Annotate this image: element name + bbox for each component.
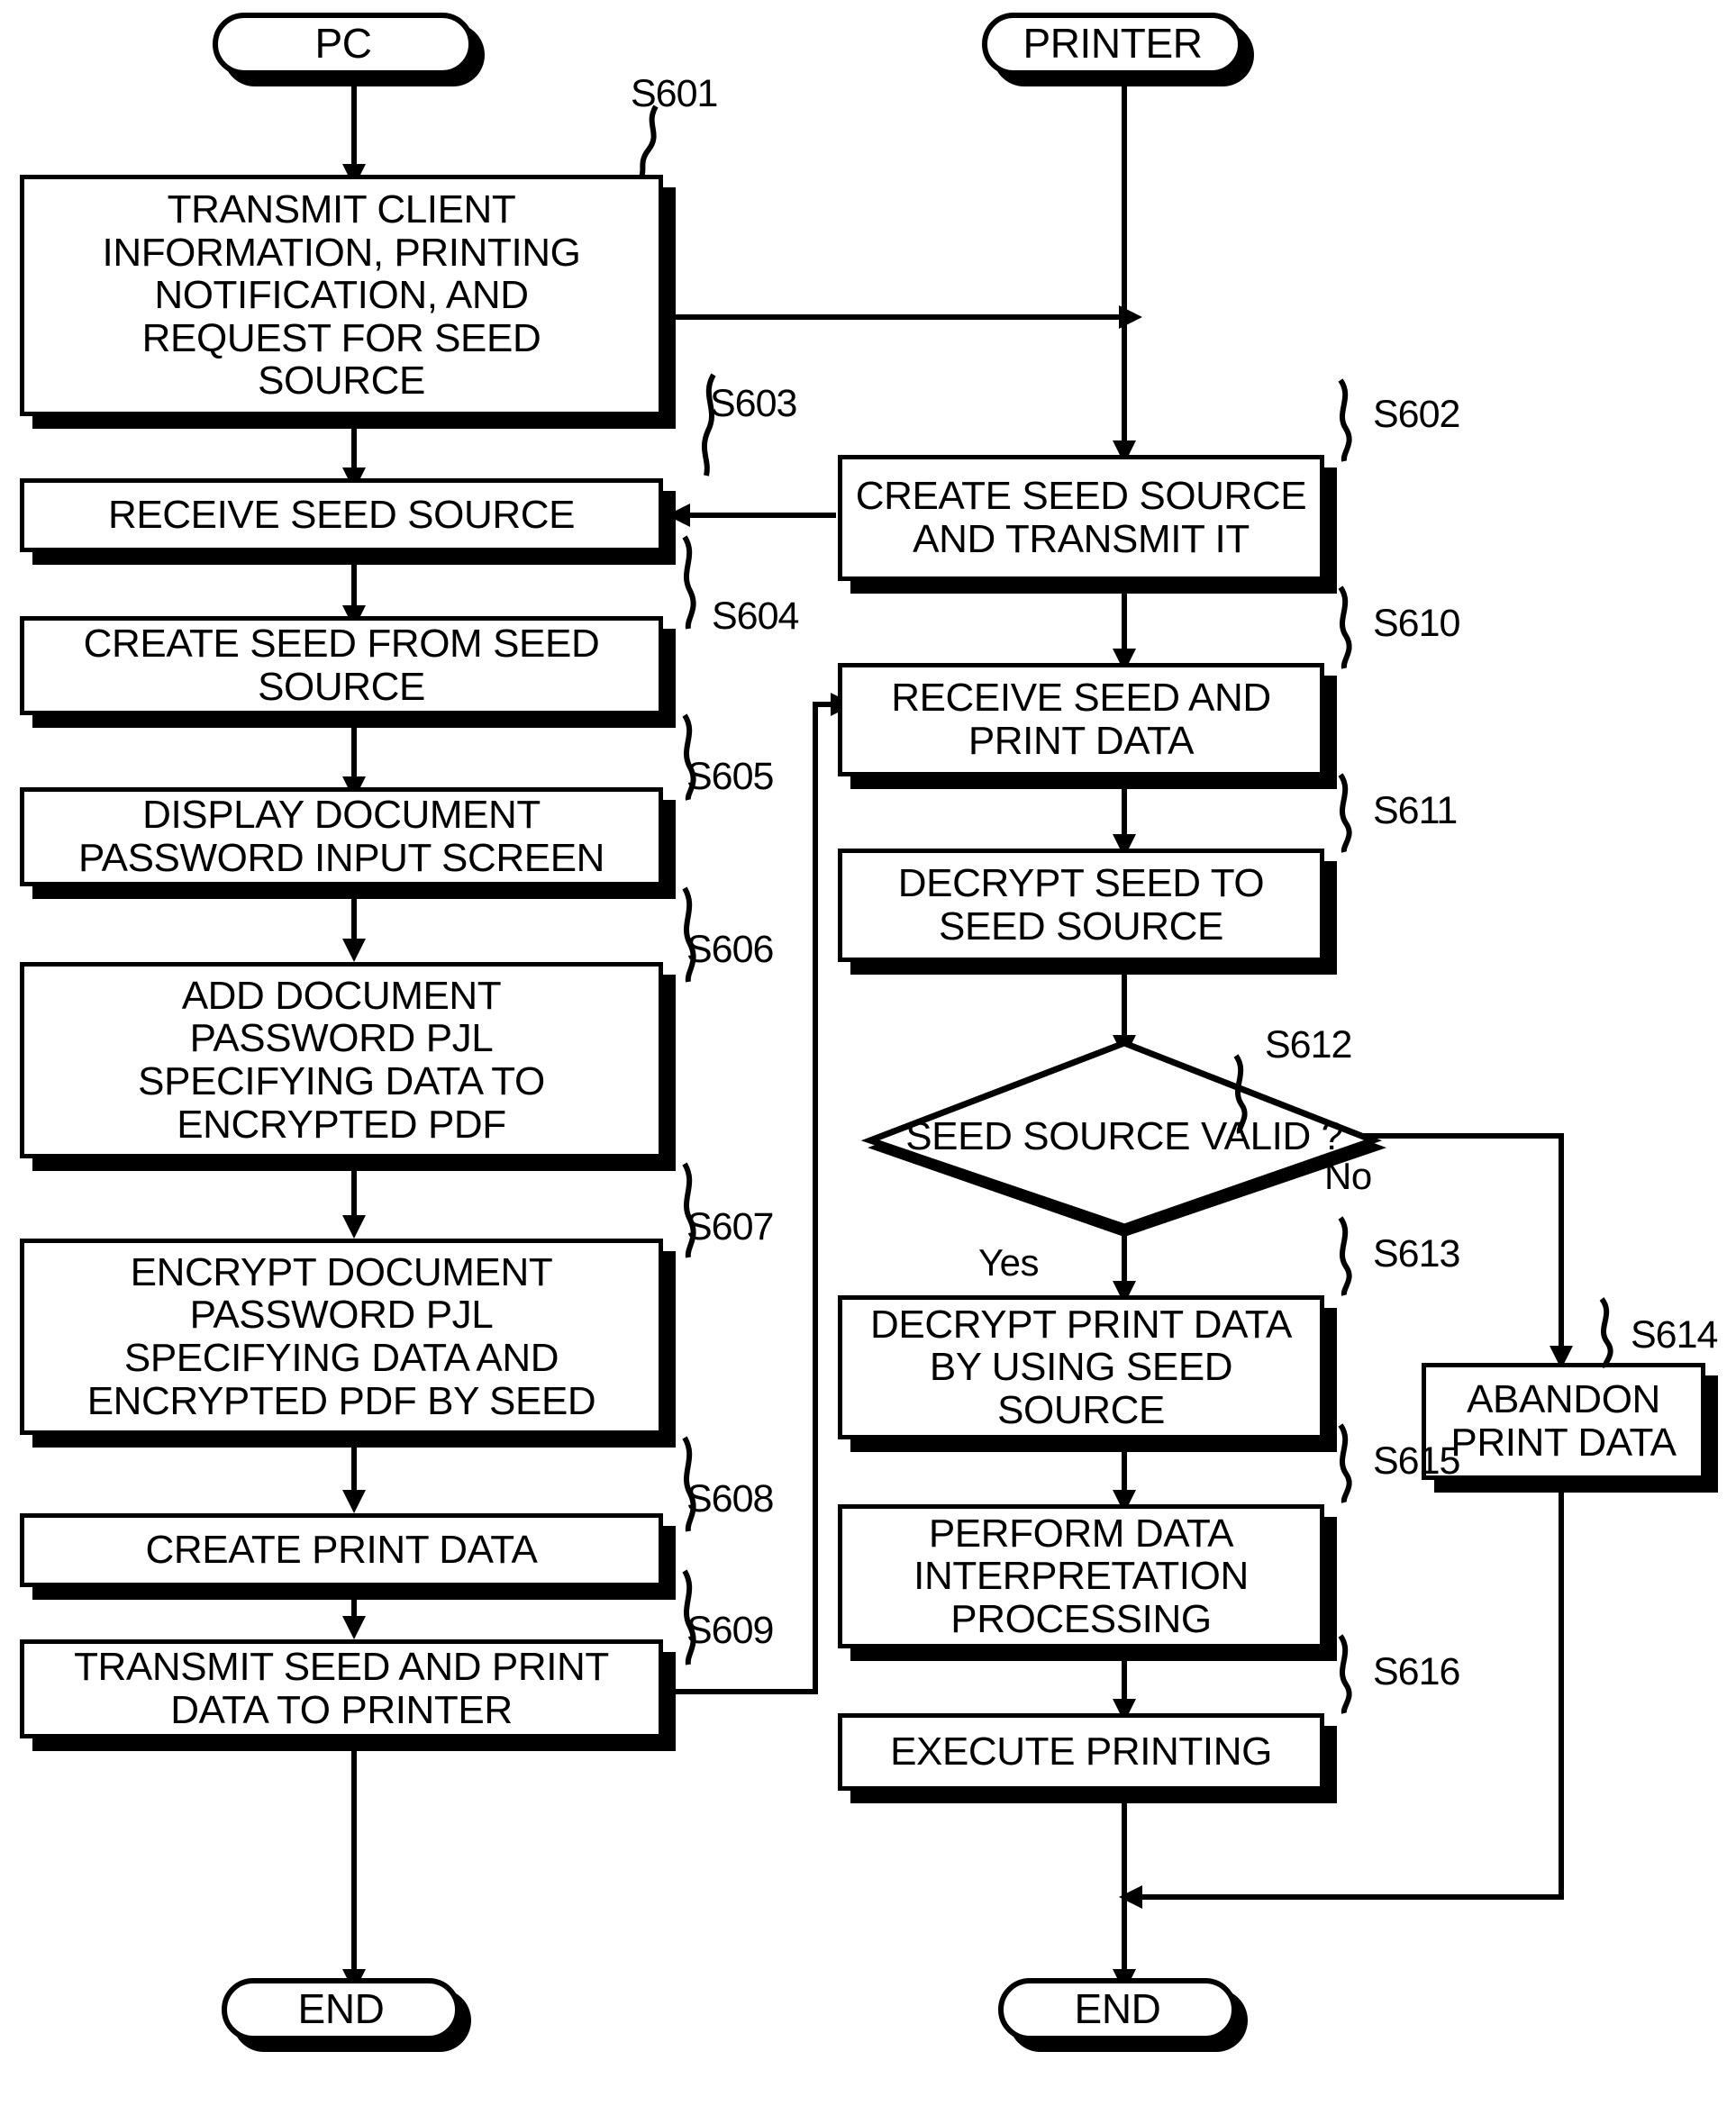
step-ref-s613: S613 bbox=[1373, 1232, 1460, 1275]
step-s607-box: ENCRYPT DOCUMENT PASSWORD PJL SPECIFYING… bbox=[20, 1239, 663, 1435]
step-s611-label: DECRYPT SEED TO SEED SOURCE bbox=[897, 861, 1265, 949]
step-s616-label: EXECUTE PRINTING bbox=[890, 1729, 1272, 1775]
step-s616-box: EXECUTE PRINTING bbox=[838, 1713, 1324, 1791]
step-s614-label: ABANDON PRINT DATA bbox=[1450, 1377, 1677, 1465]
step-s601-box: TRANSMIT CLIENT INFORMATION, PRINTING NO… bbox=[20, 175, 663, 416]
step-s604-label: CREATE SEED FROM SEED SOURCE bbox=[83, 622, 600, 709]
step-s605-box: DISPLAY DOCUMENT PASSWORD INPUT SCREEN bbox=[20, 787, 663, 886]
step-s606-box: ADD DOCUMENT PASSWORD PJL SPECIFYING DAT… bbox=[20, 962, 663, 1158]
step-ref-s608: S608 bbox=[686, 1477, 774, 1520]
step-ref-s605: S605 bbox=[686, 755, 774, 798]
step-s604-box: CREATE SEED FROM SEED SOURCE bbox=[20, 616, 663, 715]
step-s602-label: CREATE SEED SOURCE AND TRANSMIT IT bbox=[855, 474, 1307, 561]
step-ref-s609: S609 bbox=[686, 1609, 774, 1652]
step-ref-s604: S604 bbox=[712, 595, 799, 638]
step-s609-box: TRANSMIT SEED AND PRINT DATA TO PRINTER bbox=[20, 1639, 663, 1738]
step-s608-box: CREATE PRINT DATA bbox=[20, 1513, 663, 1587]
step-s611-box: DECRYPT SEED TO SEED SOURCE bbox=[838, 849, 1324, 962]
terminal-end-left: END bbox=[222, 1978, 460, 2041]
step-s601-label: TRANSMIT CLIENT INFORMATION, PRINTING NO… bbox=[102, 187, 581, 404]
step-ref-s615: S615 bbox=[1373, 1439, 1460, 1483]
terminal-printer: PRINTER bbox=[982, 13, 1243, 76]
step-ref-s612: S612 bbox=[1265, 1023, 1352, 1067]
step-ref-s616: S616 bbox=[1373, 1650, 1460, 1693]
branch-label-yes: Yes bbox=[978, 1241, 1040, 1284]
terminal-end-right-label: END bbox=[1074, 1985, 1161, 2033]
step-s613-label: DECRYPT PRINT DATA BY USING SEED SOURCE bbox=[870, 1302, 1292, 1432]
step-ref-s614: S614 bbox=[1631, 1313, 1718, 1357]
terminal-printer-label: PRINTER bbox=[1023, 20, 1203, 68]
step-s605-label: DISPLAY DOCUMENT PASSWORD INPUT SCREEN bbox=[77, 793, 605, 880]
terminal-pc-label: PC bbox=[314, 20, 372, 68]
step-ref-s611: S611 bbox=[1373, 789, 1458, 832]
terminal-pc: PC bbox=[213, 13, 474, 76]
step-s613-box: DECRYPT PRINT DATA BY USING SEED SOURCE bbox=[838, 1295, 1324, 1439]
step-ref-s603: S603 bbox=[710, 382, 797, 425]
terminal-end-left-label: END bbox=[297, 1985, 385, 2033]
step-s608-label: CREATE PRINT DATA bbox=[145, 1528, 538, 1573]
step-ref-s601: S601 bbox=[631, 72, 718, 115]
step-s602-box: CREATE SEED SOURCE AND TRANSMIT IT bbox=[838, 455, 1324, 581]
step-s615-label: PERFORM DATA INTERPRETATION PROCESSING bbox=[913, 1511, 1249, 1641]
step-s609-label: TRANSMIT SEED AND PRINT DATA TO PRINTER bbox=[74, 1645, 609, 1732]
step-s607-label: ENCRYPT DOCUMENT PASSWORD PJL SPECIFYING… bbox=[86, 1249, 596, 1423]
step-s606-label: ADD DOCUMENT PASSWORD PJL SPECIFYING DAT… bbox=[138, 973, 545, 1147]
step-s603-label: RECEIVE SEED SOURCE bbox=[107, 493, 576, 538]
branch-label-no: No bbox=[1324, 1155, 1372, 1197]
step-s610-box: RECEIVE SEED AND PRINT DATA bbox=[838, 663, 1324, 776]
terminal-end-right: END bbox=[998, 1978, 1237, 2041]
step-s615-box: PERFORM DATA INTERPRETATION PROCESSING bbox=[838, 1504, 1324, 1648]
step-ref-s610: S610 bbox=[1373, 602, 1460, 645]
step-s603-box: RECEIVE SEED SOURCE bbox=[20, 478, 663, 552]
step-ref-s602: S602 bbox=[1373, 393, 1460, 436]
decision-s612: SEED SOURCE VALID ? bbox=[860, 1039, 1386, 1239]
step-s610-label: RECEIVE SEED AND PRINT DATA bbox=[891, 676, 1271, 763]
step-s614-box: ABANDON PRINT DATA bbox=[1422, 1363, 1705, 1480]
flowchart-canvas: PC PRINTER END END TRANSMIT CLIENT INFOR… bbox=[0, 0, 1736, 2124]
step-ref-s607: S607 bbox=[686, 1205, 774, 1248]
step-ref-s606: S606 bbox=[686, 928, 774, 971]
